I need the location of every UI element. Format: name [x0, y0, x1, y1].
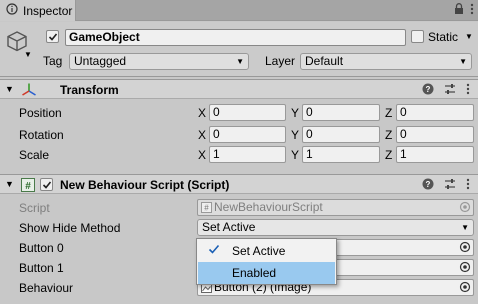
lock-icon[interactable] [454, 3, 464, 18]
axis-x-label[interactable]: X [198, 148, 206, 162]
foldout-arrow-icon[interactable]: ▼ [5, 179, 14, 189]
gameobject-name-field[interactable]: GameObject [65, 29, 406, 46]
popup-item-set-active[interactable]: Set Active [198, 240, 335, 262]
show-hide-method-popup-menu: Set Active Enabled [196, 238, 337, 285]
svg-text:#: # [204, 204, 209, 213]
svg-text:#: # [25, 181, 31, 192]
script-object-value: NewBehaviourScript [214, 200, 323, 214]
show-hide-method-value: Set Active [202, 220, 256, 234]
transform-axes-icon [21, 82, 37, 101]
show-hide-method-label: Show Hide Method [19, 221, 121, 235]
axis-z-label[interactable]: Z [385, 128, 392, 142]
scale-y-field[interactable]: 1 [302, 146, 380, 163]
scale-z-field[interactable]: 1 [396, 146, 474, 163]
csharp-script-icon: # [201, 202, 212, 217]
help-icon[interactable]: ? [422, 178, 434, 193]
chevron-down-icon: ▼ [236, 57, 244, 66]
transform-title: Transform [60, 83, 119, 97]
script-component-header[interactable]: ▼ # New Behaviour Script (Script) ? [0, 174, 478, 194]
position-label: Position [19, 106, 62, 120]
scale-row: Scale X 1 Y 1 Z 1 [0, 145, 478, 165]
button0-label: Button 0 [19, 241, 64, 255]
object-picker-icon [459, 201, 471, 217]
popup-item-label: Set Active [232, 244, 286, 258]
rotation-label: Rotation [19, 128, 64, 142]
preset-sliders-icon[interactable] [444, 83, 456, 98]
script-row: Script # NewBehaviourScript [0, 198, 478, 218]
csharp-script-icon: # [21, 178, 35, 195]
static-label: Static [428, 30, 459, 44]
transform-header[interactable]: ▼ Transform ? [0, 79, 478, 99]
show-hide-method-dropdown[interactable]: Set Active ▼ [197, 219, 474, 236]
tab-label: Inspector [23, 3, 73, 18]
axis-y-label[interactable]: Y [291, 148, 299, 162]
position-x-field[interactable]: 0 [209, 104, 286, 121]
script-component-title: New Behaviour Script (Script) [60, 178, 230, 192]
object-picker-icon[interactable] [459, 261, 471, 277]
script-object-field: # NewBehaviourScript [197, 199, 474, 216]
tag-label: Tag [43, 54, 63, 68]
static-checkbox[interactable] [411, 30, 424, 43]
more-options-icon[interactable] [466, 83, 470, 98]
svg-text:?: ? [426, 180, 431, 189]
checkmark-icon [208, 243, 220, 258]
rotation-row: Rotation X 0 Y 0 Z 0 [0, 125, 478, 145]
script-enabled-checkbox[interactable] [40, 178, 53, 191]
layer-label: Layer [265, 54, 296, 68]
axis-y-label[interactable]: Y [291, 106, 299, 120]
info-icon [6, 3, 18, 18]
popup-item-enabled[interactable]: Enabled [198, 262, 335, 284]
object-picker-icon[interactable] [459, 241, 471, 257]
scale-x-field[interactable]: 1 [209, 146, 286, 163]
object-picker-icon[interactable] [459, 281, 471, 297]
position-z-field[interactable]: 0 [396, 104, 474, 121]
axis-x-label[interactable]: X [198, 106, 206, 120]
button1-label: Button 1 [19, 261, 64, 275]
more-options-icon[interactable] [466, 178, 470, 193]
axis-x-label[interactable]: X [198, 128, 206, 142]
tag-dropdown[interactable]: Untagged ▼ [69, 53, 249, 70]
popup-item-label: Enabled [232, 266, 277, 280]
svg-text:?: ? [426, 85, 431, 94]
gameobject-header: ▼ GameObject Static ▼ Tag Untagged ▼ Lay… [0, 22, 478, 77]
gameobject-active-checkbox[interactable] [46, 30, 59, 43]
scale-label: Scale [19, 148, 50, 162]
chevron-down-icon: ▼ [461, 223, 469, 232]
layer-dropdown[interactable]: Default ▼ [300, 53, 472, 70]
show-hide-method-row: Show Hide Method Set Active ▼ [0, 218, 478, 238]
tab-inspector[interactable]: Inspector [0, 0, 76, 21]
axis-z-label[interactable]: Z [385, 148, 392, 162]
layer-value: Default [305, 54, 344, 68]
axis-z-label[interactable]: Z [385, 106, 392, 120]
position-y-field[interactable]: 0 [302, 104, 380, 121]
more-options-icon[interactable] [470, 3, 474, 18]
script-label: Script [19, 201, 50, 215]
rotation-z-field[interactable]: 0 [396, 126, 474, 143]
icon-selector-caret-icon[interactable]: ▼ [24, 50, 32, 59]
help-icon[interactable]: ? [422, 83, 434, 98]
rotation-x-field[interactable]: 0 [209, 126, 286, 143]
behaviour-label: Behaviour [19, 281, 74, 295]
preset-sliders-icon[interactable] [444, 178, 456, 193]
tab-bar: Inspector [0, 0, 478, 21]
static-dropdown-caret-icon[interactable]: ▼ [465, 32, 473, 41]
foldout-arrow-icon[interactable]: ▼ [5, 84, 14, 94]
chevron-down-icon: ▼ [459, 57, 467, 66]
rotation-y-field[interactable]: 0 [302, 126, 380, 143]
tag-value: Untagged [74, 54, 127, 68]
position-row: Position X 0 Y 0 Z 0 [0, 103, 478, 123]
axis-y-label[interactable]: Y [291, 128, 299, 142]
